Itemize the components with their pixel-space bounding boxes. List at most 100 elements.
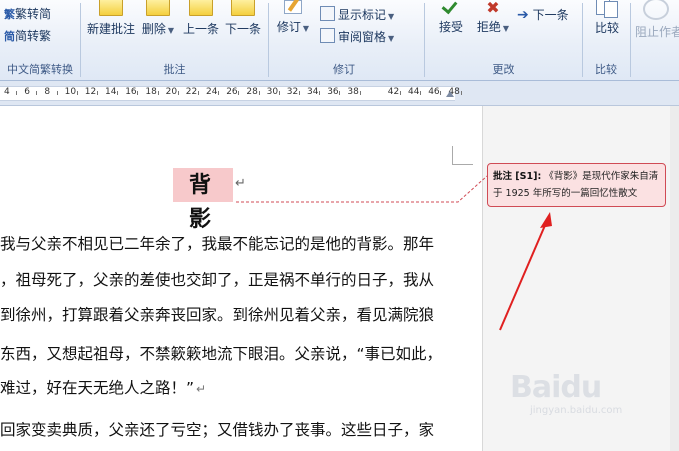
comment-balloon[interactable]: 批注 [S1]: 《背影》是现代作家朱自清于 1925 年所写的一篇回忆性散文 <box>487 163 666 207</box>
ruler-number: 32 <box>286 87 299 97</box>
ruler-tick <box>460 91 462 95</box>
ruler-tick <box>440 91 442 95</box>
paragraph-text: 难过，好在天无绝人之路！” <box>0 379 195 397</box>
ruler-number: 38 <box>347 87 359 97</box>
document-title[interactable]: 背 影 <box>173 168 233 232</box>
next-comment-icon <box>231 0 255 16</box>
group-changes: 接受 ✖ 拒绝 ▼ ➔ 下一条 更改 <box>425 0 582 80</box>
ruler-number: 30 <box>266 87 279 97</box>
delete-comment-button[interactable]: 删除 ▼ <box>141 0 175 37</box>
paragraph-line[interactable]: 我与父亲不相见已二年余了，我最不能忘记的是他的背影。那年 <box>0 232 434 254</box>
ruler-number: 42 <box>387 87 400 97</box>
paragraph-line[interactable]: 到徐州，打算跟着父亲奔丧回家。到徐州见着父亲，看见满院狼 <box>0 303 434 325</box>
new-comment-button[interactable]: 新建批注 <box>85 0 137 37</box>
compare-label: 比较 <box>594 21 619 35</box>
chevron-down-icon: ▼ <box>167 26 175 35</box>
new-comment-label: 新建批注 <box>86 22 135 36</box>
ruler-number: 24 <box>206 87 218 97</box>
ruler-tick <box>298 91 300 95</box>
group-tracking: 修订 ▼ 显示标记 ▼ 审阅窗格 ▼ 修订 <box>269 0 419 80</box>
reviewing-pane-button[interactable]: 审阅窗格 ▼ <box>320 28 394 45</box>
reviewing-pane-label: 审阅窗格 <box>338 30 387 44</box>
ruler-number: 28 <box>246 87 258 97</box>
group-label-changes: 更改 <box>492 63 515 76</box>
ruler-number: 8 <box>44 87 51 97</box>
right-indent-marker[interactable] <box>446 91 454 97</box>
next-comment-label: 下一条 <box>224 22 261 36</box>
paragraph-line[interactable]: 回家变卖典质，父亲还了亏空；又借钱办了丧事。这些日子，家 <box>0 418 434 440</box>
ruler-tick <box>16 91 18 95</box>
next-change-button[interactable]: ➔ 下一条 <box>517 6 569 23</box>
ruler-tick <box>177 91 179 95</box>
reviewing-pane-icon <box>320 28 335 43</box>
next-change-label: 下一条 <box>532 8 569 22</box>
ribbon: 繁繁转简 简简转繁 中文简繁转换 新建批注 删除 ▼ 上一条 下一条 批注 修订… <box>0 0 679 81</box>
margin-corner-mark <box>452 146 473 165</box>
paragraph-mark-icon: ↵ <box>235 176 246 191</box>
horizontal-ruler[interactable]: 4 6 8 10 12 14 16 18 20 22 24 26 28 30 32 34 36 38 42 44 46 4… <box>0 81 679 106</box>
group-label-comments: 批注 <box>163 63 186 76</box>
jian-to-fan-button[interactable]: 简简转繁 <box>4 27 51 44</box>
compare-icon <box>596 0 618 18</box>
ruler-tick <box>420 91 422 95</box>
track-changes-button[interactable]: 修订 ▼ <box>273 0 313 35</box>
reject-label: 拒绝 <box>476 20 501 34</box>
page-edge <box>670 106 679 451</box>
fan-to-jian-label: 繁转简 <box>15 7 52 21</box>
paragraph-line[interactable]: 东西，又想起祖母，不禁簌簌地流下眼泪。父亲说，“事已如此， <box>0 342 442 364</box>
ruler-tick <box>359 91 361 95</box>
paragraph-line[interactable]: ，祖母死了，父亲的差使也交卸了，正是祸不单行的日子，我从 <box>0 268 434 290</box>
reject-button[interactable]: ✖ 拒绝 ▼ <box>473 0 513 35</box>
ruler-tick <box>157 91 159 95</box>
group-label-chinese-conversion: 中文简繁转换 <box>7 63 73 76</box>
ruler-tick <box>117 91 119 95</box>
ruler-tick <box>319 91 321 95</box>
compare-button[interactable]: 比较 <box>587 0 627 36</box>
show-markup-button[interactable]: 显示标记 ▼ <box>320 6 394 23</box>
ruler-number: 44 <box>408 87 420 97</box>
ruler-tick <box>197 91 199 95</box>
jian-fan-icon: 简 <box>4 30 15 43</box>
chevron-down-icon: ▼ <box>388 34 395 43</box>
accept-button[interactable]: 接受 <box>431 0 471 35</box>
chevron-down-icon: ▼ <box>302 24 310 33</box>
group-compare: 比较 比较 <box>583 0 629 80</box>
track-changes-icon <box>282 0 304 14</box>
ruler-number: 14 <box>105 87 117 97</box>
ruler-tick <box>36 91 38 95</box>
ruler-number: 20 <box>165 87 178 97</box>
ruler-number: 46 <box>428 87 440 97</box>
group-protect: 阻止作者 <box>631 0 679 80</box>
chevron-down-icon: ▼ <box>388 12 395 21</box>
jian-to-fan-label: 简转繁 <box>15 29 52 43</box>
ruler-number: 12 <box>84 87 97 97</box>
baidu-watermark: Baidu jingyan.baidu.com <box>510 370 670 440</box>
show-markup-label: 显示标记 <box>338 8 387 22</box>
ruler-tick <box>218 91 220 95</box>
ruler-tick <box>137 91 139 95</box>
watermark-brand: Baidu <box>510 370 602 405</box>
previous-comment-button[interactable]: 上一条 <box>181 0 221 37</box>
block-authors-button[interactable]: 阻止作者 <box>635 0 679 40</box>
group-chinese-conversion: 繁繁转简 简简转繁 中文简繁转换 <box>0 0 80 80</box>
show-markup-icon <box>320 6 335 21</box>
comment-label: 批注 [S1]: <box>493 171 542 182</box>
accept-check-icon <box>442 0 460 14</box>
ruler-number: 10 <box>64 87 77 97</box>
ruler-number: 16 <box>125 87 137 97</box>
ruler-number: 36 <box>327 87 339 97</box>
delete-comment-icon <box>146 0 170 16</box>
ruler-tick <box>238 91 240 95</box>
fan-jian-icon: 繁 <box>4 8 15 21</box>
ruler-number: 26 <box>226 87 238 97</box>
watermark-sub: jingyan.baidu.com <box>530 405 623 416</box>
next-comment-button[interactable]: 下一条 <box>223 0 263 37</box>
fan-to-jian-button[interactable]: 繁繁转简 <box>4 5 51 22</box>
ruler-number: 34 <box>307 87 319 97</box>
ruler-tick <box>258 91 260 95</box>
track-changes-label: 修订 <box>276 20 301 34</box>
group-label-tracking: 修订 <box>333 63 355 76</box>
reject-x-icon: ✖ <box>486 0 500 17</box>
accept-label: 接受 <box>438 20 463 34</box>
paragraph-line-last[interactable]: 难过，好在天无绝人之路！” ↵ <box>0 376 206 398</box>
